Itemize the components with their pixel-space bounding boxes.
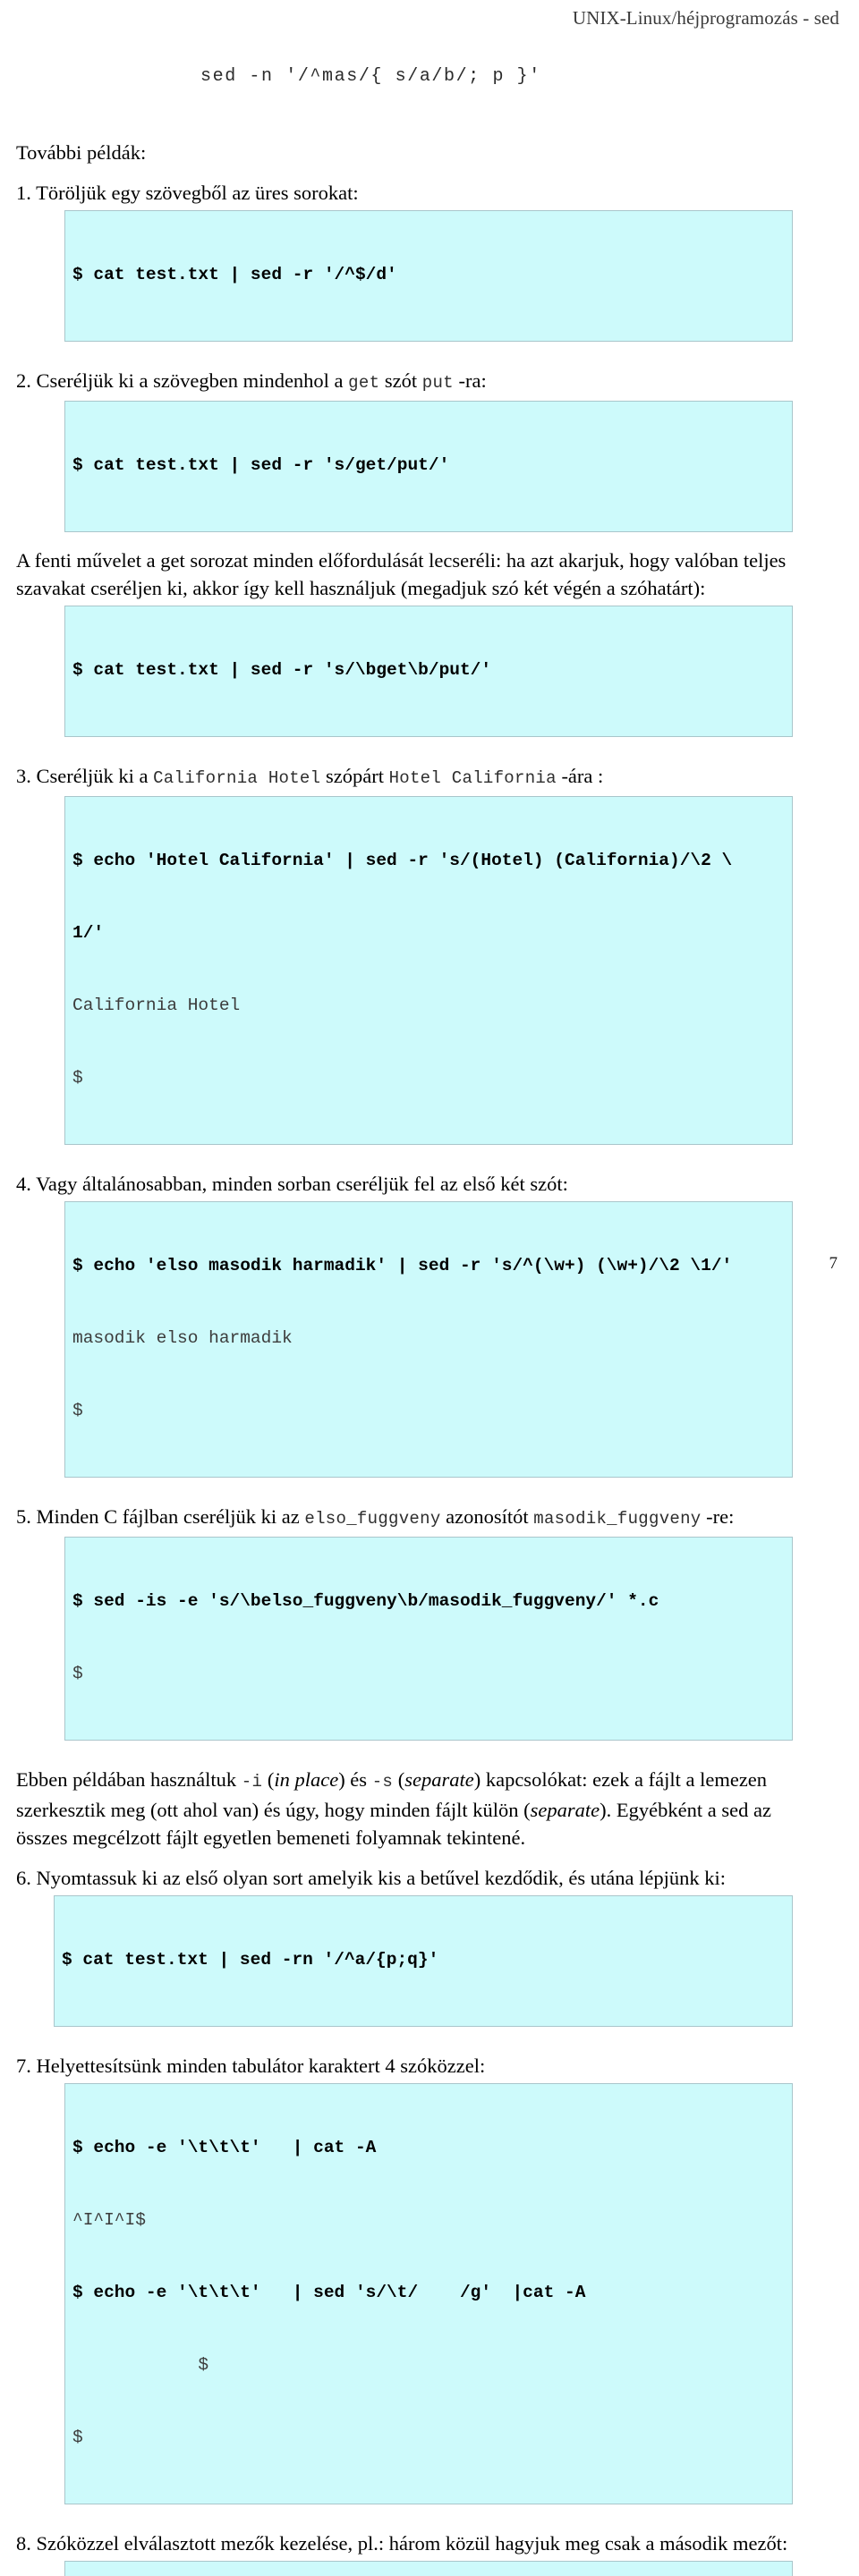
- document-page: UNIX-Linux/héjprogramozás - sed sed -n '…: [0, 0, 859, 2576]
- code-block-8: $ cat a.txt aaa bbb ccc 111 222 333 $ ca…: [64, 2561, 793, 2576]
- item-8-number: 8.: [16, 2532, 31, 2555]
- code-line: $ echo 'elso masodik harmadik' | sed -r …: [72, 1256, 733, 1275]
- explain2-part-4: (: [393, 1768, 405, 1791]
- page-content: sed -n '/^mas/{ s/a/b/; p }' További pél…: [16, 66, 821, 2576]
- code-block-4: $ echo 'elso masodik harmadik' | sed -r …: [64, 1201, 793, 1478]
- item-3-number: 3.: [16, 765, 31, 787]
- item-5-mono-masodik-fuggveny: masodik_fuggveny: [533, 1509, 702, 1529]
- item-4-text: Vagy általánosabban, minden sorban cseré…: [30, 1173, 568, 1195]
- item-6-heading: 6. Nyomtassuk ki az első olyan sort amel…: [16, 1864, 821, 1892]
- code-line: $ cat test.txt | sed -r '/^$/d': [72, 265, 397, 284]
- code-block-1: $ cat test.txt | sed -r '/^$/d': [64, 210, 793, 342]
- code-line: $ sed -is -e 's/\belso_fuggveny\b/masodi…: [72, 1591, 659, 1611]
- explain2-part-3: ) és: [338, 1768, 372, 1791]
- code-prompt-line: $: [72, 1401, 83, 1420]
- item-4-number: 4.: [16, 1173, 31, 1195]
- item-5-mono-elso-fuggveny: elso_fuggveny: [304, 1509, 441, 1529]
- explain2-part-1: Ebben példában használtuk: [16, 1768, 242, 1791]
- item-5-text-b: azonosítót: [440, 1505, 534, 1528]
- explanation-paragraph-2: Ebben példában használtuk -i (in place) …: [16, 1766, 821, 1852]
- code-block-6: $ cat test.txt | sed -rn '/^a/{p;q}': [54, 1895, 793, 2027]
- item-3-text-b: szópárt: [320, 765, 389, 787]
- item-6-number: 6.: [16, 1867, 31, 1889]
- explain2-italic-in-place: in place: [274, 1768, 339, 1791]
- item-3-text-a: Cseréljük ki a: [30, 765, 154, 787]
- running-head: UNIX-Linux/héjprogramozás - sed: [572, 7, 839, 29]
- code-line: $ echo -e '\t\t\t' | sed 's/\t/ /g' |cat…: [72, 2283, 586, 2302]
- code-prompt-line: $: [72, 2428, 83, 2447]
- top-code-line: sed -n '/^mas/{ s/a/b/; p }': [200, 66, 541, 87]
- item-2-text-c: -ra:: [453, 369, 487, 392]
- explain2-italic-separate-2: separate: [530, 1799, 600, 1821]
- code-output-line: $: [72, 2355, 209, 2375]
- code-line: $ cat test.txt | sed -rn '/^a/{p;q}': [62, 1950, 439, 1970]
- code-line: $ cat test.txt | sed -r 's/get/put/': [72, 455, 450, 475]
- item-4-heading: 4. Vagy általánosabban, minden sorban cs…: [16, 1170, 821, 1198]
- code-block-3: $ echo 'Hotel California' | sed -r 's/(H…: [64, 796, 793, 1145]
- item-5-number: 5.: [16, 1505, 31, 1528]
- item-3-text-c: -ára :: [556, 765, 604, 787]
- item-7-heading: 7. Helyettesítsünk minden tabulátor kara…: [16, 2052, 821, 2080]
- code-line: 1/': [72, 923, 105, 943]
- code-block-bget: $ cat test.txt | sed -r 's/\bget\b/put/': [64, 606, 793, 737]
- item-2-number: 2.: [16, 369, 31, 392]
- item-5-text-a: Minden C fájlban cseréljük ki az: [30, 1505, 305, 1528]
- item-6-text: Nyomtassuk ki az első olyan sort amelyik…: [30, 1867, 726, 1889]
- item-8-text: Szóközzel elválasztott mezők kezelése, p…: [30, 2532, 788, 2555]
- explain2-italic-separate-1: separate: [404, 1768, 474, 1791]
- code-line: $ echo 'Hotel California' | sed -r 's/(H…: [72, 851, 733, 870]
- code-line: $ cat test.txt | sed -r 's/\bget\b/put/': [72, 660, 492, 680]
- item-2-text-a: Cseréljük ki a szövegben mindenhol a: [30, 369, 349, 392]
- code-output-line: California Hotel: [72, 996, 241, 1015]
- code-output-line: masodik elso harmadik: [72, 1328, 293, 1348]
- code-output-line: ^I^I^I$: [72, 2210, 146, 2230]
- item-2-mono-put: put: [421, 373, 454, 393]
- item-3-mono-hotel-california: Hotel California: [388, 768, 557, 788]
- item-1-number: 1.: [16, 182, 31, 204]
- item-3-heading: 3. Cseréljük ki a California Hotel szópá…: [16, 762, 821, 792]
- item-2-mono-get: get: [348, 373, 380, 393]
- code-line: $ echo -e '\t\t\t' | cat -A: [72, 2138, 377, 2157]
- intro-text: További példák:: [16, 141, 147, 164]
- item-8-heading: 8. Szóközzel elválasztott mezők kezelése…: [16, 2529, 821, 2557]
- item-5-text-c: -re:: [701, 1505, 735, 1528]
- item-3-mono-california-hotel: California Hotel: [153, 768, 321, 788]
- item-2-text-b: szót: [379, 369, 422, 392]
- code-block-2: $ cat test.txt | sed -r 's/get/put/': [64, 401, 793, 532]
- item-7-number: 7.: [16, 2055, 31, 2077]
- explain2-mono-i: -i: [241, 1772, 263, 1792]
- explain2-mono-s: -s: [371, 1772, 394, 1792]
- page-number: 7: [829, 1254, 838, 1273]
- explain2-part-2: (: [262, 1768, 275, 1791]
- code-prompt-line: $: [72, 1664, 83, 1683]
- item-5-heading: 5. Minden C fájlban cseréljük ki az elso…: [16, 1503, 821, 1533]
- code-prompt-line: $: [72, 1068, 83, 1088]
- explanation-paragraph-1: A fenti művelet a get sorozat minden elő…: [16, 549, 787, 599]
- item-7-text: Helyettesítsünk minden tabulátor karakte…: [30, 2055, 486, 2077]
- item-2-heading: 2. Cseréljük ki a szövegben mindenhol a …: [16, 367, 821, 397]
- item-1-text: Töröljük egy szövegből az üres sorokat:: [30, 182, 359, 204]
- item-1-heading: 1. Töröljük egy szövegből az üres soroka…: [16, 179, 821, 207]
- code-block-5: $ sed -is -e 's/\belso_fuggveny\b/masodi…: [64, 1537, 793, 1741]
- code-block-7: $ echo -e '\t\t\t' | cat -A ^I^I^I$ $ ec…: [64, 2083, 793, 2504]
